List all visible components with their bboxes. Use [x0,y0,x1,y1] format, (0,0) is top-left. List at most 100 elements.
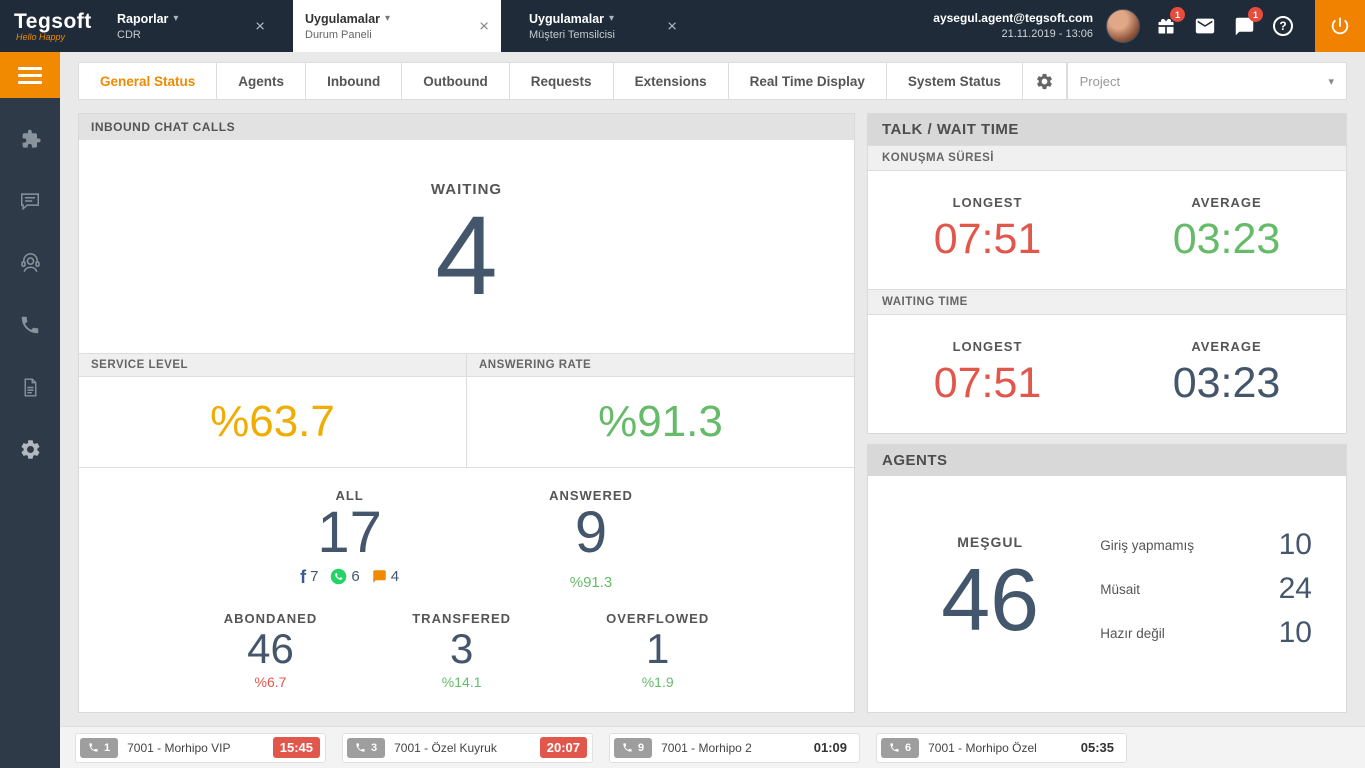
dashboard-content: INBOUND CHAT CALLS WAITING 4 SERVICE LEV… [78,113,1347,713]
tab-general-status[interactable]: General Status [78,62,218,100]
workspace-tab-title: Uygulamalar [529,11,605,26]
sidebar-item-documents[interactable] [16,374,44,400]
busy-value: 46 [941,550,1040,649]
close-icon[interactable]: × [255,18,265,35]
busy-label: MEŞGUL [957,534,1024,550]
tab-label: Extensions [634,73,707,89]
chevron-down-icon[interactable]: ▾ [609,13,614,24]
queue-count-value: 6 [905,741,912,754]
queue-card-morhipo-vip[interactable]: 1 7001 - Morhipo VIP 15:45 [75,732,326,763]
phone-icon [21,316,39,334]
queue-card-ozel-kuyruk[interactable]: 3 7001 - Özel Kuyruk 20:07 [342,732,593,763]
stat-abandoned-value: 46 [247,624,294,672]
stat-transferred-pct: %14.1 [441,674,482,691]
chat-bubble-icon [373,570,386,584]
queue-count-value: 1 [104,741,111,754]
wait-longest-label: LONGEST [952,339,1023,354]
tab-outbound[interactable]: Outbound [402,62,510,100]
workspace-tab-musteri-temsilcisi[interactable]: Uygulamalar ▾ Müşteri Temsilcisi × [517,0,689,52]
service-level-cell: SERVICE LEVEL %63.7 [79,354,467,467]
chevron-down-icon[interactable]: ▾ [385,13,390,24]
queue-call-count: 9 [614,737,653,758]
queue-name: 7001 - Morhipo VIP [127,740,231,755]
sidebar-item-phone[interactable] [16,312,44,338]
project-dropdown-value: Project [1079,73,1121,89]
rates-section: SERVICE LEVEL %63.7 ANSWERING RATE %91.3 [79,353,854,468]
wait-time-subheader: WAITING TIME [868,289,1346,315]
tab-agents[interactable]: Agents [217,62,307,100]
tab-requests[interactable]: Requests [509,62,614,100]
answering-rate-value: %91.3 [598,397,723,446]
user-info: aysegul.agent@tegsoft.com 21.11.2019 - 1… [933,11,1093,41]
talk-average-label: AVERAGE [1191,195,1262,210]
chevron-down-icon[interactable]: ▾ [173,13,178,24]
tab-label: Outbound [423,73,488,89]
sidebar-item-integrations[interactable] [16,126,44,152]
queue-name: 7001 - Özel Kuyruk [394,740,497,755]
whatsapp-icon [331,569,347,585]
help-button[interactable]: ? [1270,11,1296,41]
tab-inbound[interactable]: Inbound [306,62,403,100]
webchat-count: 4 [372,568,399,585]
agents-panel: AGENTS MEŞGUL 46 Giriş yapmamış 10 Müsai… [867,444,1347,713]
workspace-tab-title: Uygulamalar [305,11,381,26]
chat-button[interactable]: 1 [1231,7,1263,41]
wait-time-row: LONGEST 07:51 AVERAGE 03:23 [868,315,1346,433]
wait-average-label: AVERAGE [1191,339,1262,354]
whatsapp-count-value: 6 [351,568,360,586]
workspace-tab-title: Raporlar [117,11,169,26]
document-icon [24,377,36,397]
facebook-count-value: 7 [310,568,319,586]
workspace-tab-subtitle: CDR [117,28,141,41]
sidebar-item-agents[interactable] [16,250,44,276]
state-label: Müsait [1100,581,1141,597]
tab-label: General Status [100,73,196,89]
current-datetime: 21.11.2019 - 13:06 [1001,27,1093,40]
menu-toggle-button[interactable] [0,52,60,98]
dashboard-settings-button[interactable] [1022,62,1067,100]
chevron-down-icon: ▾ [1328,75,1334,88]
workspace-tab-durum-paneli[interactable]: Uygulamalar ▾ Durum Paneli × [293,0,501,52]
talk-average-value: 03:23 [1172,215,1281,263]
close-icon[interactable]: × [667,18,677,35]
topbar-right: aysegul.agent@tegsoft.com 21.11.2019 - 1… [933,0,1365,52]
mail-button[interactable] [1192,11,1218,41]
queue-count-value: 9 [638,741,645,754]
queue-wait-time: 05:35 [1080,740,1114,755]
talk-average: AVERAGE 03:23 [1107,195,1346,261]
tegsoft-logo[interactable]: Tegsoft Hello Happy [0,0,105,52]
queue-card-morhipo-2[interactable]: 9 7001 - Morhipo 2 01:09 [609,732,860,763]
tab-real-time-display[interactable]: Real Time Display [728,62,887,100]
stat-transferred-label: TRANSFERED [412,610,512,626]
gift-badge: 1 [1170,7,1185,22]
gift-button[interactable]: 1 [1153,7,1185,41]
close-icon[interactable]: × [479,18,489,35]
agent-state-row: Hazır değil 10 [1100,616,1312,650]
sidebar [0,52,60,768]
tab-system-status[interactable]: System Status [886,62,1023,100]
sidebar-item-settings[interactable] [16,436,44,462]
phone-icon [356,743,365,752]
queue-card-morhipo-ozel[interactable]: 6 7001 - Morhipo Özel 05:35 [876,732,1127,763]
phone-icon [890,743,899,752]
talk-time-row: LONGEST 07:51 AVERAGE 03:23 [868,171,1346,289]
agent-state-row: Giriş yapmamış 10 [1100,528,1312,562]
state-label: Giriş yapmamış [1100,537,1195,553]
wait-average: AVERAGE 03:23 [1107,339,1346,405]
state-value: 24 [1278,572,1312,605]
stat-answered-pct: %91.3 [569,573,613,591]
wait-average-value: 03:23 [1172,359,1281,407]
sidebar-item-messages[interactable] [16,188,44,214]
phone-icon [89,743,98,752]
tab-extensions[interactable]: Extensions [613,62,729,100]
queue-call-count: 6 [881,737,920,758]
user-email: aysegul.agent@tegsoft.com [933,11,1093,26]
logout-button[interactable] [1315,0,1365,52]
talk-longest: LONGEST 07:51 [868,195,1107,261]
workspace-tab-subtitle: Durum Paneli [305,28,372,41]
avatar[interactable] [1106,9,1140,43]
webchat-count-value: 4 [390,568,400,586]
project-dropdown[interactable]: Project ▾ [1066,62,1347,100]
workspace-tab-raporlar[interactable]: Raporlar ▾ CDR × [105,0,277,52]
stat-transferred: TRANSFERED 3 %14.1 [412,611,511,690]
